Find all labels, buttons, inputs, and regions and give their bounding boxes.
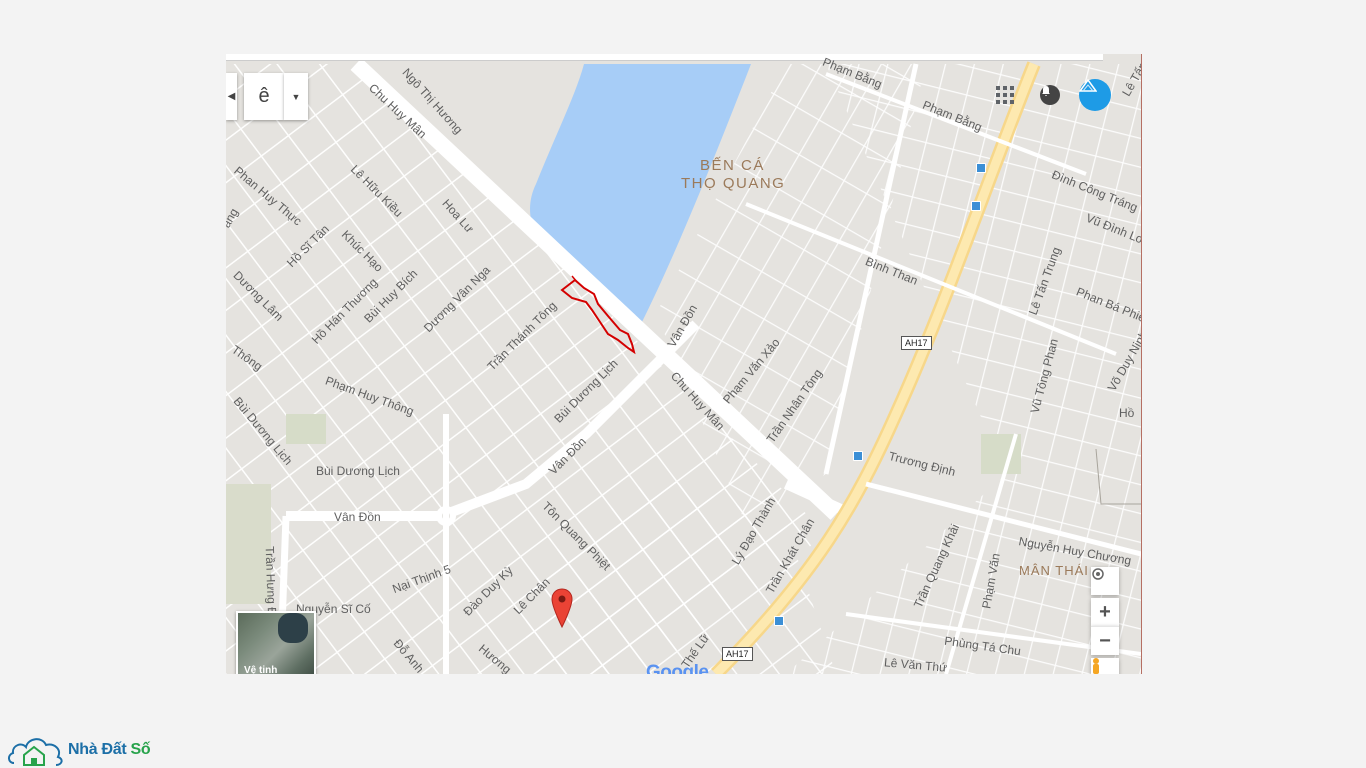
street-label: Bùi Dương Lịch bbox=[316, 464, 400, 478]
zoom-out-button[interactable]: − bbox=[1091, 626, 1119, 655]
area-label: MÂN THÁI bbox=[1019, 563, 1089, 578]
house-cloud-icon bbox=[8, 738, 63, 766]
highway-shield: AH17 bbox=[901, 336, 932, 350]
account-avatar-icon[interactable] bbox=[1079, 79, 1111, 111]
map-canvas[interactable] bbox=[226, 54, 1141, 674]
collapse-button[interactable]: ◀ bbox=[226, 73, 237, 120]
google-logo: Google bbox=[646, 662, 709, 674]
font-letter: ê bbox=[258, 85, 270, 107]
satellite-thumbnail-water bbox=[278, 613, 308, 643]
caret-down-icon: ▼ bbox=[291, 91, 301, 102]
location-marker-icon[interactable] bbox=[551, 588, 573, 628]
area-label: THỌ QUANG bbox=[681, 175, 786, 192]
my-location-icon bbox=[1092, 568, 1104, 580]
pegman-icon bbox=[1093, 658, 1099, 674]
brand-name: Nhà Đất Số bbox=[68, 741, 151, 759]
bus-stop-icon[interactable] bbox=[853, 451, 863, 461]
map-top-bar bbox=[226, 54, 1103, 61]
bus-stop-icon[interactable] bbox=[971, 201, 981, 211]
my-location-button[interactable] bbox=[1091, 567, 1119, 595]
zoom-in-button[interactable]: + bbox=[1091, 598, 1119, 626]
bus-stop-icon[interactable] bbox=[976, 163, 986, 173]
font-toggle-button[interactable]: ê bbox=[244, 73, 284, 120]
street-label: Vân Đồn bbox=[334, 510, 381, 524]
satellite-toggle[interactable]: Vệ tinh bbox=[236, 611, 316, 674]
chevron-left-icon: ◀ bbox=[227, 91, 236, 102]
brand-name-part1: Nhà Đất bbox=[68, 741, 131, 758]
area-label: BẾN CÁ bbox=[700, 157, 765, 174]
notification-bell-icon[interactable] bbox=[1040, 85, 1060, 105]
brand-name-part2: Số bbox=[130, 741, 151, 758]
map-container[interactable]: BẾN CÁ THỌ QUANG MÂN THÁI Chu Huy Mân Ng… bbox=[226, 54, 1142, 674]
satellite-label: Vệ tinh bbox=[244, 665, 278, 674]
highway-shield: AH17 bbox=[722, 647, 753, 661]
brand-logo[interactable]: Nhà Đất Số bbox=[6, 733, 151, 767]
pegman-button[interactable] bbox=[1091, 658, 1119, 674]
park-area bbox=[286, 414, 326, 444]
apps-grid-icon[interactable] bbox=[996, 86, 1014, 104]
street-label: Trần Hưng Đ bbox=[262, 545, 280, 617]
bus-stop-icon[interactable] bbox=[774, 616, 784, 626]
dropdown-button[interactable]: ▼ bbox=[284, 73, 308, 120]
